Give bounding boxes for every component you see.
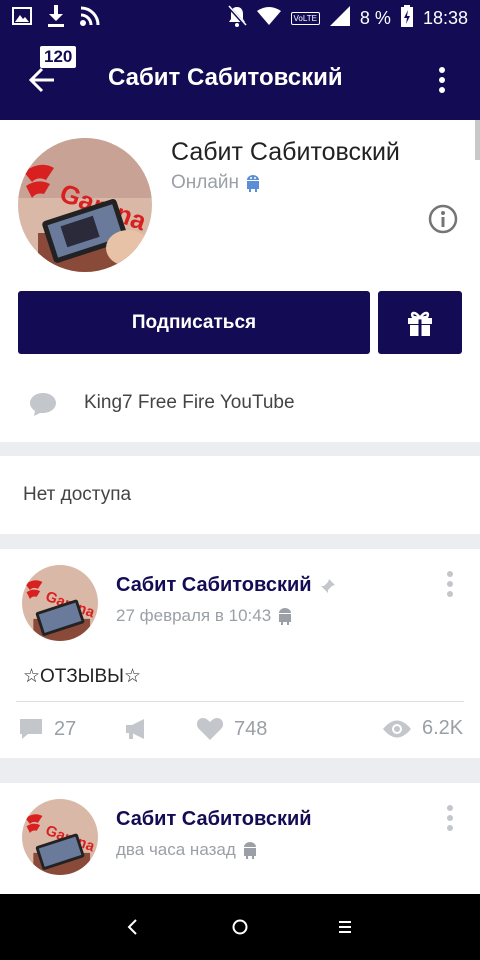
- chevron-left-icon: [127, 919, 137, 935]
- profile-name: Сабит Сабитовский: [171, 138, 400, 166]
- nav-back-button[interactable]: [118, 912, 148, 942]
- profile-status-row: King7 Free Fire YouTube: [0, 378, 480, 428]
- post-more-button[interactable]: [446, 805, 454, 831]
- comment-icon: [20, 719, 42, 739]
- android-icon: [247, 175, 260, 192]
- post-actions: 27 748 6.2K: [0, 709, 480, 753]
- like-button[interactable]: 748: [196, 717, 267, 741]
- mute-icon: [227, 4, 247, 32]
- speech-bubble-icon: [29, 391, 57, 422]
- garena-avatar-image: Garena: [18, 138, 152, 272]
- comment-button[interactable]: 27: [18, 717, 76, 741]
- profile-status-text: King7 Free Fire YouTube: [84, 392, 295, 413]
- download-notification-icon: [46, 4, 66, 32]
- no-access-card: Нет доступа: [0, 456, 480, 534]
- pin-icon: [320, 578, 335, 593]
- scrollbar[interactable]: [475, 120, 480, 160]
- megaphone-icon: [126, 719, 144, 739]
- online-status: Онлайн: [171, 172, 261, 194]
- divider: [16, 701, 464, 702]
- post-card: Garena Сабит Сабитовский 27 февраля в 10…: [0, 549, 480, 758]
- like-count: 748: [234, 717, 268, 740]
- eye-icon: [383, 720, 411, 737]
- no-access-text: Нет доступа: [23, 484, 132, 505]
- post-author[interactable]: Сабит Сабитовский: [116, 808, 312, 831]
- back-button[interactable]: [24, 62, 64, 102]
- nav-recents-button[interactable]: [330, 912, 360, 942]
- gift-icon: [408, 311, 432, 336]
- home-circle-icon: [232, 919, 248, 935]
- avatar[interactable]: Garena: [18, 138, 152, 272]
- arrow-left-icon: [28, 67, 54, 93]
- notification-count-badge: 120: [40, 46, 77, 68]
- post-time-text: два часа назад: [116, 840, 236, 859]
- subscribe-button[interactable]: Подписаться: [18, 291, 370, 354]
- clock: 18:38: [422, 7, 468, 28]
- post-avatar[interactable]: Garena: [22, 565, 98, 641]
- volte-badge: VoLTE: [290, 11, 320, 25]
- comment-count: 27: [54, 717, 77, 740]
- post-time: два часа назад: [116, 840, 258, 860]
- info-button[interactable]: [428, 204, 458, 234]
- android-icon: [279, 608, 292, 625]
- status-bar: VoLTE 8 % 18:38: [0, 0, 480, 36]
- gift-button[interactable]: [378, 291, 462, 354]
- post-more-button[interactable]: [446, 571, 454, 597]
- garena-avatar-image: Garena: [22, 799, 98, 875]
- post-author-name: Сабит Сабитовский: [116, 808, 312, 830]
- wifi-icon: [256, 6, 281, 30]
- more-vertical-icon: [439, 67, 445, 93]
- android-icon: [243, 842, 256, 859]
- post-time-text: 27 февраля в 10:43: [116, 606, 272, 625]
- view-count: 6.2K: [422, 717, 464, 739]
- views-counter: 6.2K: [382, 717, 463, 740]
- menu-lines-icon: [339, 921, 351, 933]
- rss-notification-icon: [80, 6, 100, 31]
- post-author[interactable]: Сабит Сабитовский: [116, 574, 336, 597]
- more-vertical-icon: [447, 571, 453, 597]
- signal-icon: [329, 5, 350, 31]
- nav-home-button[interactable]: [225, 912, 255, 942]
- battery-charging-icon: [400, 4, 413, 32]
- post-card: Garena Сабит Сабитовский два часа назад: [0, 783, 480, 894]
- page-title: Сабит Сабитовский: [108, 64, 343, 91]
- online-status-text: Онлайн: [171, 172, 240, 193]
- repost-button[interactable]: [124, 717, 150, 741]
- garena-avatar-image: Garena: [22, 565, 98, 641]
- info-icon: [428, 204, 458, 234]
- post-avatar[interactable]: Garena: [22, 799, 98, 875]
- app-header: 120 Сабит Сабитовский: [0, 36, 480, 120]
- more-vertical-icon: [447, 805, 453, 831]
- system-navigation-bar: [0, 894, 480, 960]
- post-time: 27 февраля в 10:43: [116, 606, 293, 626]
- post-text: ☆ОТЗЫВЫ☆: [23, 666, 142, 687]
- post-author-name: Сабит Сабитовский: [116, 574, 312, 596]
- gallery-notification-icon: [12, 6, 32, 31]
- profile-card: Garena Сабит Сабитовский Онлайн Подписат…: [0, 120, 480, 442]
- heart-icon: [196, 718, 224, 740]
- more-options-button[interactable]: [434, 66, 450, 94]
- battery-percent: 8 %: [359, 7, 391, 28]
